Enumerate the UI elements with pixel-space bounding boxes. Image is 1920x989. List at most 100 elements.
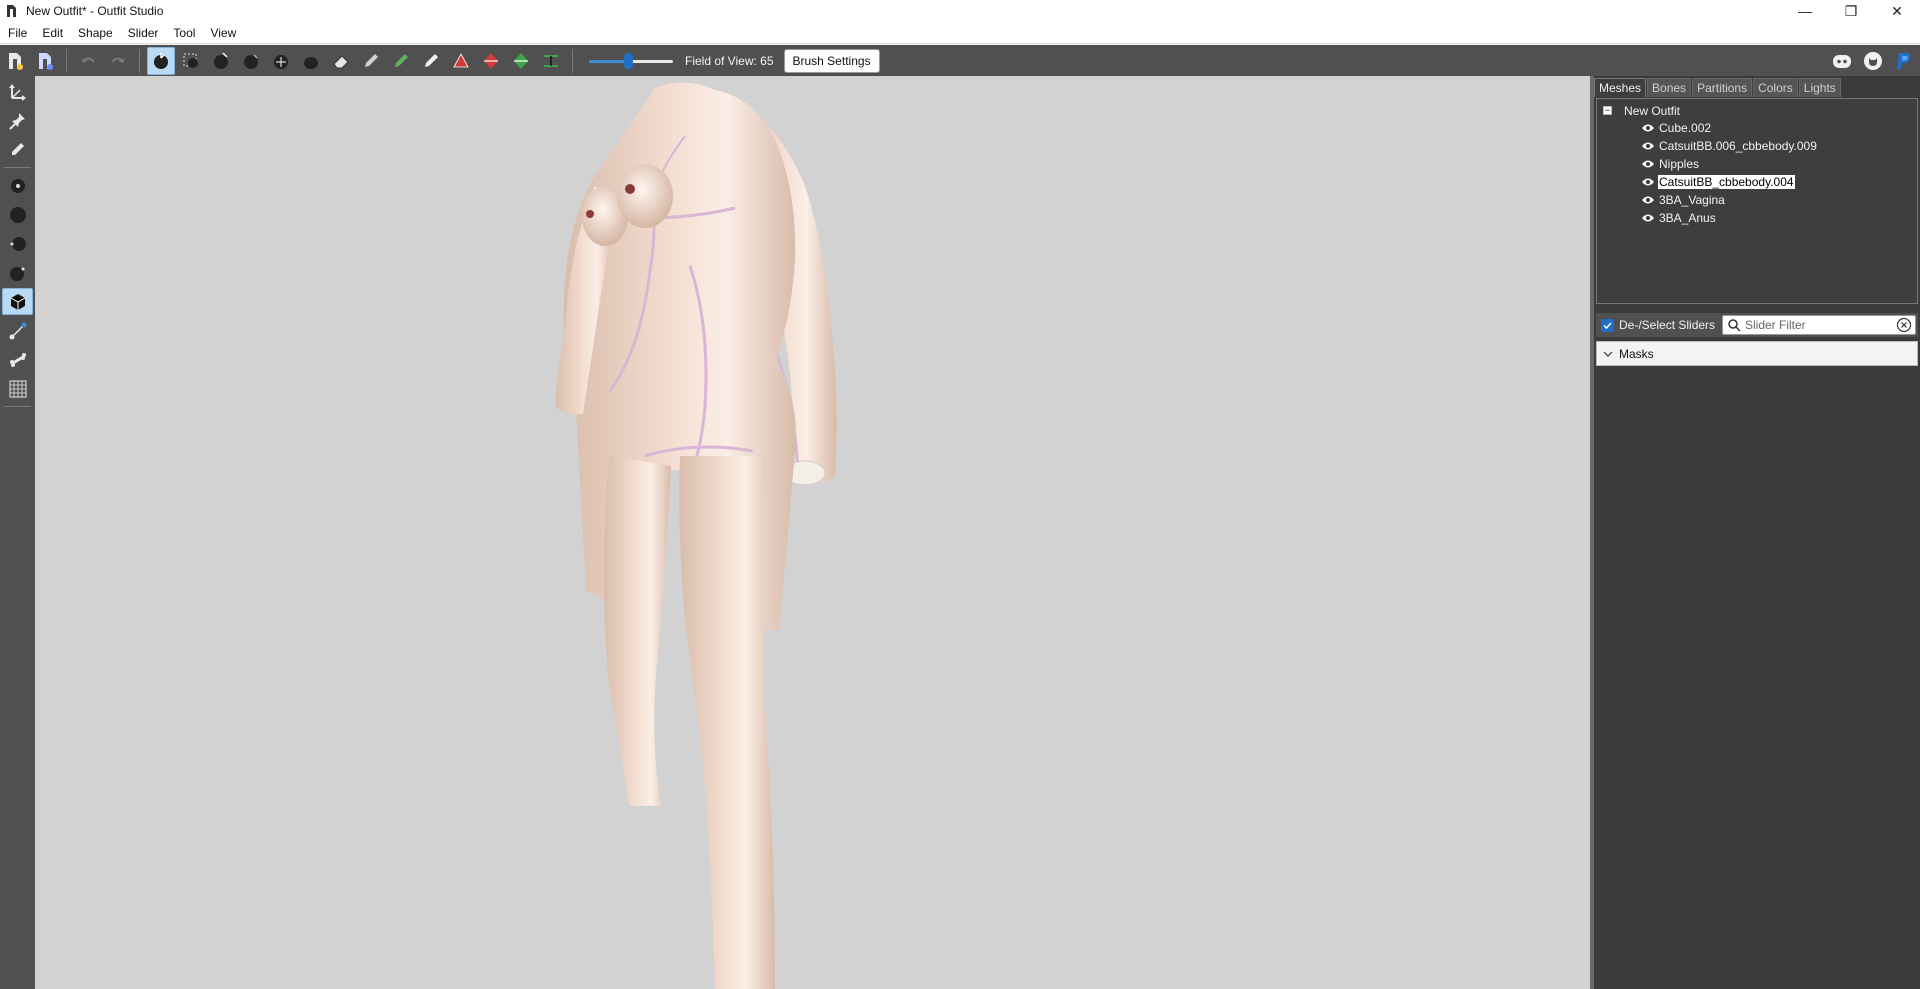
select-brush-icon[interactable] — [147, 46, 175, 75]
alpha-brush-icon[interactable] — [417, 47, 445, 75]
field-of-view-label: Field of View: 65 — [685, 53, 774, 68]
masks-label: Masks — [1619, 346, 1654, 361]
mesh-item-label: 3BA_Anus — [1659, 210, 1716, 225]
inflate-brush-icon[interactable] — [207, 47, 235, 75]
mesh-item[interactable]: CatsuitBB.006_cbbebody.009 — [1641, 137, 1818, 154]
right-panel: Meshes Bones Partitions Colors Lights − … — [1594, 76, 1920, 989]
menu-view[interactable]: View — [202, 22, 243, 44]
field-of-view-slider[interactable] — [589, 51, 673, 71]
mesh-item-label: Nipples — [1659, 156, 1700, 171]
mesh-item[interactable]: 3BA_Vagina — [1641, 191, 1726, 208]
color-brush-icon[interactable] — [387, 47, 415, 75]
deselect-sliders-checkbox[interactable] — [1601, 318, 1614, 332]
bone-icon[interactable] — [2, 346, 33, 373]
chevron-down-icon — [1603, 351, 1613, 357]
mesh-tree: − New Outfit Cube.002 CatsuitBB.006_cbbe… — [1596, 98, 1918, 304]
mesh-item[interactable]: Nipples — [1641, 155, 1700, 172]
menu-file[interactable]: File — [0, 22, 34, 44]
github-icon[interactable] — [1859, 47, 1887, 75]
mesh-item-label: CatsuitBB_cbbebody.004 — [1657, 173, 1796, 190]
model-legs — [604, 456, 775, 989]
mesh-item-label: 3BA_Vagina — [1659, 192, 1725, 207]
menu-slider[interactable]: Slider — [120, 22, 166, 44]
slider-filter-placeholder: Slider Filter — [1745, 318, 1806, 332]
mirror-green-icon[interactable] — [507, 47, 535, 75]
load-reference-icon[interactable] — [1, 47, 29, 75]
mesh-item-selected[interactable]: CatsuitBB_cbbebody.004 — [1641, 173, 1796, 190]
mirror-red-icon[interactable] — [477, 47, 505, 75]
tab-colors[interactable]: Colors — [1753, 78, 1798, 97]
deflate-brush-icon[interactable] — [237, 47, 265, 75]
mesh-item[interactable]: Cube.002 — [1641, 119, 1712, 136]
checkmark-icon — [1603, 321, 1612, 329]
brush-strength-icon[interactable] — [2, 230, 33, 257]
discord-icon[interactable] — [1828, 47, 1856, 75]
left-tool-strip — [0, 76, 35, 989]
toolbar-separator — [139, 48, 140, 73]
menu-bar: File Edit Shape Slider Tool View — [0, 22, 1920, 44]
slider-fill — [589, 59, 628, 63]
undo-icon[interactable] — [74, 47, 102, 75]
collapse-toggle-icon[interactable]: − — [1603, 106, 1612, 115]
restore-button[interactable]: ❐ — [1828, 0, 1874, 22]
brush-size-small-icon[interactable] — [2, 172, 33, 199]
toolbar-separator — [4, 167, 31, 168]
tab-partitions[interactable]: Partitions — [1692, 78, 1753, 97]
visibility-eye-icon[interactable] — [1641, 141, 1655, 151]
close-button[interactable]: ✕ — [1874, 0, 1920, 22]
mesh-item[interactable]: 3BA_Anus — [1641, 209, 1717, 226]
triangle-red-icon[interactable] — [447, 47, 475, 75]
menu-edit[interactable]: Edit — [34, 22, 70, 44]
tab-bones[interactable]: Bones — [1647, 78, 1692, 97]
tab-meshes[interactable]: Meshes — [1594, 78, 1647, 97]
panel-tabs: Meshes Bones Partitions Colors Lights — [1594, 78, 1842, 98]
minimize-button[interactable]: — — [1782, 0, 1828, 22]
slider-thumb[interactable] — [624, 52, 633, 69]
vertex-edit-icon[interactable] — [2, 317, 33, 344]
3d-viewport[interactable] — [35, 76, 1590, 989]
menu-shape[interactable]: Shape — [70, 22, 120, 44]
window-title: New Outfit* - Outfit Studio — [26, 4, 164, 18]
visibility-eye-icon[interactable] — [1641, 123, 1655, 133]
visibility-eye-icon[interactable] — [1641, 195, 1655, 205]
grid-icon[interactable] — [2, 375, 33, 402]
tab-lights[interactable]: Lights — [1798, 78, 1841, 97]
window-controls: — ❐ ✕ — [1782, 0, 1920, 22]
deselect-sliders-label: De-/Select Sliders — [1619, 318, 1716, 332]
mask-select-icon[interactable] — [177, 47, 205, 75]
smooth-brush-icon[interactable] — [297, 47, 325, 75]
visibility-eye-icon[interactable] — [1641, 213, 1655, 223]
menu-tool[interactable]: Tool — [165, 22, 202, 44]
search-icon — [1728, 319, 1741, 332]
slider-filter-input[interactable]: Slider Filter — [1722, 315, 1916, 335]
main-toolbar: Field of View: 65 Brush Settings — [0, 45, 1920, 76]
redo-icon[interactable] — [104, 47, 132, 75]
visibility-eye-icon[interactable] — [1641, 177, 1655, 187]
cube-select-icon[interactable] — [2, 288, 33, 315]
app-logo-icon — [7, 5, 16, 17]
toolbar-separator — [572, 48, 573, 73]
external-links — [1825, 45, 1918, 76]
paypal-icon[interactable] — [1890, 47, 1918, 75]
pivot-icon[interactable] — [2, 107, 33, 134]
toolbar-separator — [4, 406, 31, 407]
slider-controls: De-/Select Sliders Slider Filter — [1596, 313, 1918, 337]
collapse-vertex-icon[interactable] — [537, 47, 565, 75]
clear-filter-icon[interactable] — [1896, 317, 1912, 333]
brush-focus-icon[interactable] — [2, 259, 33, 286]
mesh-item-label: Cube.002 — [1659, 120, 1712, 135]
masks-section-header[interactable]: Masks — [1596, 341, 1918, 366]
transform-icon[interactable] — [2, 78, 33, 105]
mesh-item-label: CatsuitBB.006_cbbebody.009 — [1659, 138, 1817, 153]
title-bar: New Outfit* - Outfit Studio — ❐ ✕ — [0, 0, 1920, 22]
brush-size-large-icon[interactable] — [2, 201, 33, 228]
tree-root[interactable]: − New Outfit — [1603, 102, 1680, 119]
load-outfit-icon[interactable] — [31, 47, 59, 75]
pencil-icon[interactable] — [2, 136, 33, 163]
visibility-eye-icon[interactable] — [1641, 159, 1655, 169]
weight-brush-icon[interactable] — [357, 47, 385, 75]
outfit-model-render — [555, 82, 837, 989]
brush-settings-button[interactable]: Brush Settings — [783, 48, 880, 73]
eraser-icon[interactable] — [327, 47, 355, 75]
move-brush-icon[interactable] — [267, 47, 295, 75]
